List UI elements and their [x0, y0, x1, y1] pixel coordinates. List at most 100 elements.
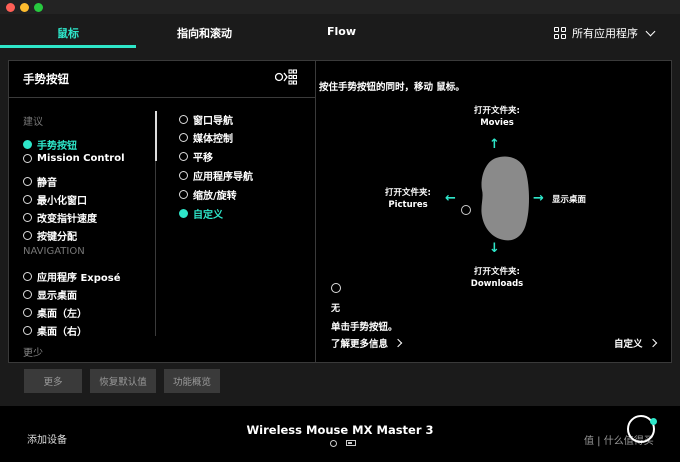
panel-title: 手势按钮	[23, 72, 69, 86]
radio-icon	[23, 154, 32, 163]
option-label: 媒体控制	[193, 134, 233, 145]
tab-point-scroll[interactable]: 指向和滚动	[177, 25, 232, 41]
app-selector[interactable]: 所有应用程序	[554, 25, 656, 41]
radio-icon	[23, 326, 32, 335]
option-show-desktop[interactable]: 显示桌面	[23, 287, 77, 302]
suggest-heading: 建议	[23, 117, 43, 128]
radio-icon	[179, 133, 188, 142]
learn-more-label: 了解更多信息	[331, 339, 389, 350]
option-label: 按键分配	[37, 232, 77, 243]
none-radio-icon[interactable]	[331, 283, 341, 293]
chevron-right-icon	[393, 338, 403, 348]
window-titlebar	[0, 0, 680, 14]
sub-option-media-control[interactable]: 媒体控制	[179, 130, 233, 145]
minimize-window-button[interactable]	[20, 3, 29, 12]
notification-dot	[650, 418, 657, 425]
option-minimize-window[interactable]: 最小化窗口	[23, 192, 87, 207]
direction-right-label: 显示桌面	[552, 195, 587, 205]
device-name: Wireless Mouse MX Master 3	[246, 423, 434, 437]
panel-divider	[315, 61, 316, 362]
top-tabs: 鼠标 指向和滚动 Flow 所有应用程序	[0, 14, 680, 48]
less-link[interactable]: 更少	[23, 344, 43, 359]
radio-icon	[23, 290, 32, 299]
device-status	[330, 440, 356, 447]
option-pointer-speed[interactable]: 改变指针速度	[23, 210, 97, 225]
watermark: 值 | 什么值得买	[584, 436, 654, 447]
option-mute[interactable]: 静音	[23, 174, 57, 189]
option-label: 平移	[193, 153, 213, 164]
option-label: 桌面（右）	[37, 327, 87, 338]
sub-option-zoom-rotate[interactable]: 缩放/旋转	[179, 187, 237, 202]
list-scrollbar[interactable]	[155, 111, 157, 161]
arrow-down-icon[interactable]: ↓	[489, 241, 500, 256]
option-label: 窗口导航	[193, 116, 233, 127]
sub-option-window-nav[interactable]: 窗口导航	[179, 112, 233, 127]
app-selector-label: 所有应用程序	[572, 27, 638, 40]
gesture-cursor-icon	[461, 205, 471, 215]
direction-left-label: 打开文件夹: Pictures	[385, 188, 431, 210]
option-label: 手势按钮	[37, 141, 77, 152]
learn-more-link[interactable]: 了解更多信息	[331, 336, 403, 350]
radio-icon	[23, 272, 32, 281]
custom-link[interactable]: 自定义	[614, 336, 657, 350]
option-label: 显示桌面	[37, 291, 77, 302]
arrow-right-icon[interactable]: →	[533, 191, 544, 206]
arrow-left-icon[interactable]: ←	[445, 191, 456, 206]
close-window-button[interactable]	[6, 3, 15, 12]
option-label: 应用程序 Exposé	[37, 273, 121, 284]
connection-icon	[330, 440, 337, 447]
chevron-right-icon	[648, 338, 657, 348]
gesture-button-icon	[275, 69, 297, 85]
option-label: 最小化窗口	[37, 196, 87, 207]
footer-bar: 添加设备 Wireless Mouse MX Master 3 值 | 什么值得…	[0, 406, 680, 462]
feature-overview-button[interactable]: 功能概览	[164, 369, 220, 393]
arrow-up-icon[interactable]: ↑	[489, 137, 500, 152]
gesture-hint: 按住手势按钮的同时，移动 鼠标。	[319, 82, 465, 93]
radio-icon	[179, 171, 188, 180]
option-label: 应用程序导航	[193, 172, 253, 183]
option-keystroke-assignment[interactable]: 按键分配	[23, 228, 77, 243]
radio-icon	[23, 308, 32, 317]
grid-icon	[554, 27, 566, 39]
radio-icon	[179, 152, 188, 161]
active-tab-indicator	[0, 45, 136, 48]
mouse-illustration	[481, 156, 529, 241]
battery-icon	[346, 440, 356, 446]
chevron-down-icon	[645, 26, 656, 36]
radio-icon	[23, 195, 32, 204]
tab-mouse[interactable]: 鼠标	[57, 25, 79, 41]
option-gesture-button[interactable]: 手势按钮	[23, 137, 77, 152]
restore-defaults-button[interactable]: 恢复默认值	[90, 369, 156, 393]
option-desktop-left[interactable]: 桌面（左）	[23, 305, 87, 320]
sub-option-pan[interactable]: 平移	[179, 149, 213, 164]
radio-icon	[179, 115, 188, 124]
option-label: 改变指针速度	[37, 214, 97, 225]
zoom-window-button[interactable]	[34, 3, 43, 12]
radio-icon	[179, 209, 188, 218]
gesture-panel: 手势按钮 按住手势按钮的同时，移动 鼠标。 建议 手势按钮 Mission Co…	[8, 60, 672, 363]
navigation-heading: NAVIGATION	[23, 246, 85, 257]
option-label: Mission Control	[37, 153, 125, 164]
direction-up-label: 打开文件夹: Movies	[474, 106, 520, 128]
option-desktop-right[interactable]: 桌面（右）	[23, 323, 87, 338]
option-mission-control[interactable]: Mission Control	[23, 153, 125, 164]
custom-link-label: 自定义	[614, 339, 643, 350]
option-label: 静音	[37, 178, 57, 189]
sub-option-app-nav[interactable]: 应用程序导航	[179, 168, 253, 183]
header-divider	[9, 97, 315, 98]
more-button[interactable]: 更多	[24, 369, 82, 393]
radio-icon	[23, 140, 32, 149]
sub-option-custom[interactable]: 自定义	[179, 206, 223, 221]
radio-icon	[179, 190, 188, 199]
option-app-expose[interactable]: 应用程序 Exposé	[23, 269, 121, 284]
column-divider	[155, 161, 156, 336]
option-label: 缩放/旋转	[193, 191, 237, 202]
radio-icon	[23, 177, 32, 186]
radio-icon	[23, 231, 32, 240]
radio-icon	[23, 213, 32, 222]
option-label: 自定义	[193, 210, 223, 221]
click-action-label: 单击手势按钮。	[331, 322, 398, 333]
tab-flow[interactable]: Flow	[327, 25, 356, 38]
option-label: 桌面（左）	[37, 309, 87, 320]
direction-down-label: 打开文件夹: Downloads	[470, 267, 524, 289]
